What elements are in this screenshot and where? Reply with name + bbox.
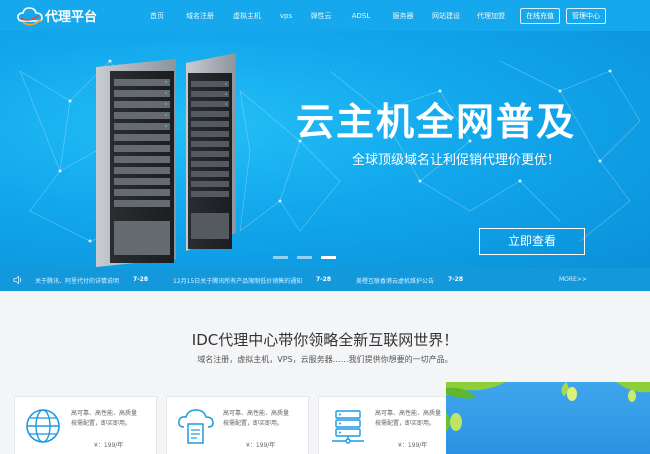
nav-website-build[interactable]: 网站建设 — [424, 11, 468, 21]
nav-virtual-host[interactable]: 虚拟主机 — [224, 11, 270, 21]
news-more-link[interactable]: MORE>> — [559, 276, 587, 283]
card-price: ¥：199/年 — [398, 442, 428, 449]
server-rack-image — [96, 53, 236, 267]
news-item-2[interactable]: 12月15日关于腾讯所有产品限制低价销售的通知 — [173, 276, 302, 285]
news-item-3[interactable]: 美橙互联香港云虚机维护公告 — [356, 276, 434, 285]
card-desc: 高可靠、高性能、高质量 按需配置，即买即用。 — [375, 409, 441, 429]
hero-banner[interactable]: 云主机全网普及 全球顶级域名让利促销代理价更优！ 立即查看 — [0, 31, 650, 268]
intro-subtitle: 域名注册，虚拟主机，VPS，云服务器……我们提供你想要的一切产品。 — [197, 355, 453, 364]
nav-domain[interactable]: 域名注册 — [176, 11, 224, 21]
banner-headline: 云主机全网普及 — [296, 100, 577, 144]
page: 代理平台 首页 域名注册 虚拟主机 vps 弹性云 ADSL 服务器 网站建设 … — [0, 0, 650, 454]
nav-server[interactable]: 服务器 — [382, 11, 424, 21]
slide-dot-3[interactable] — [321, 256, 336, 259]
main-nav: 首页 域名注册 虚拟主机 vps 弹性云 ADSL 服务器 网站建设 代理加盟 — [138, 11, 514, 21]
server-network-icon — [332, 410, 364, 444]
banner-subline: 全球顶级域名让利促销代理价更优！ — [352, 153, 561, 168]
product-card-server[interactable]: 高可靠、高性能、高质量 按需配置，即买即用。 ¥：199/年 — [318, 396, 461, 454]
card-line-2: 按需配置，即买即用。 — [375, 420, 436, 427]
card-line-1: 高可靠、高性能、高质量 — [375, 410, 442, 417]
nav-adsl[interactable]: ADSL — [340, 12, 382, 20]
card-desc: 高可靠、高性能、高质量 按需配置，即买即用。 — [71, 409, 137, 429]
news-date-3: 7-28 — [448, 276, 464, 283]
card-line-2: 按需配置，即买即用。 — [71, 420, 132, 427]
card-line-1: 高可靠、高性能、高质量 — [71, 410, 138, 417]
slider-dots — [273, 256, 345, 259]
top-header: 代理平台 首页 域名注册 虚拟主机 vps 弹性云 ADSL 服务器 网站建设 … — [0, 0, 650, 31]
cloud-logo-icon — [17, 6, 43, 25]
slide-dot-2[interactable] — [297, 256, 312, 259]
nav-home[interactable]: 首页 — [138, 11, 176, 21]
nav-agent-join[interactable]: 代理加盟 — [468, 11, 514, 21]
recharge-button[interactable]: 在线充值 — [520, 7, 560, 24]
logo[interactable]: 代理平台 — [17, 5, 127, 27]
card-desc: 高可靠、高性能、高质量 按需配置，即买即用。 — [223, 409, 289, 429]
product-card-hosting[interactable]: 高可靠、高性能、高质量 按需配置，即买即用。 ¥：199/年 — [166, 396, 309, 454]
logo-text: 代理平台 — [45, 10, 98, 25]
intro-title: IDC代理中心带你领略全新互联网世界！ — [191, 331, 459, 349]
leaves-decoration — [446, 382, 650, 432]
speaker-icon — [13, 275, 22, 284]
cloud-doc-icon — [178, 409, 214, 444]
card-price: ¥：199/年 — [94, 442, 124, 449]
nav-elastic-cloud[interactable]: 弹性云 — [302, 11, 340, 21]
promo-image[interactable] — [446, 382, 650, 454]
card-line-1: 高可靠、高性能、高质量 — [223, 410, 290, 417]
card-line-2: 按需配置，即买即用。 — [223, 420, 284, 427]
card-price: ¥：199/年 — [246, 442, 276, 449]
product-card-domain[interactable]: 高可靠、高性能、高质量 按需配置，即买即用。 ¥：199/年 — [14, 396, 157, 454]
slide-dot-1[interactable] — [273, 256, 288, 259]
news-date-2: 7-28 — [316, 276, 332, 283]
news-item-1[interactable]: 关于腾讯、阿里代付的详情说明 — [35, 276, 119, 285]
nav-vps[interactable]: vps — [270, 12, 302, 20]
news-ticker: 关于腾讯、阿里代付的详情说明 7-28 12月15日关于腾讯所有产品限制低价销售… — [0, 268, 650, 291]
view-now-button[interactable]: 立即查看 — [479, 228, 585, 255]
news-date-1: 7-28 — [133, 276, 149, 283]
globe-icon — [26, 409, 60, 443]
admin-center-button[interactable]: 管理中心 — [566, 7, 606, 24]
